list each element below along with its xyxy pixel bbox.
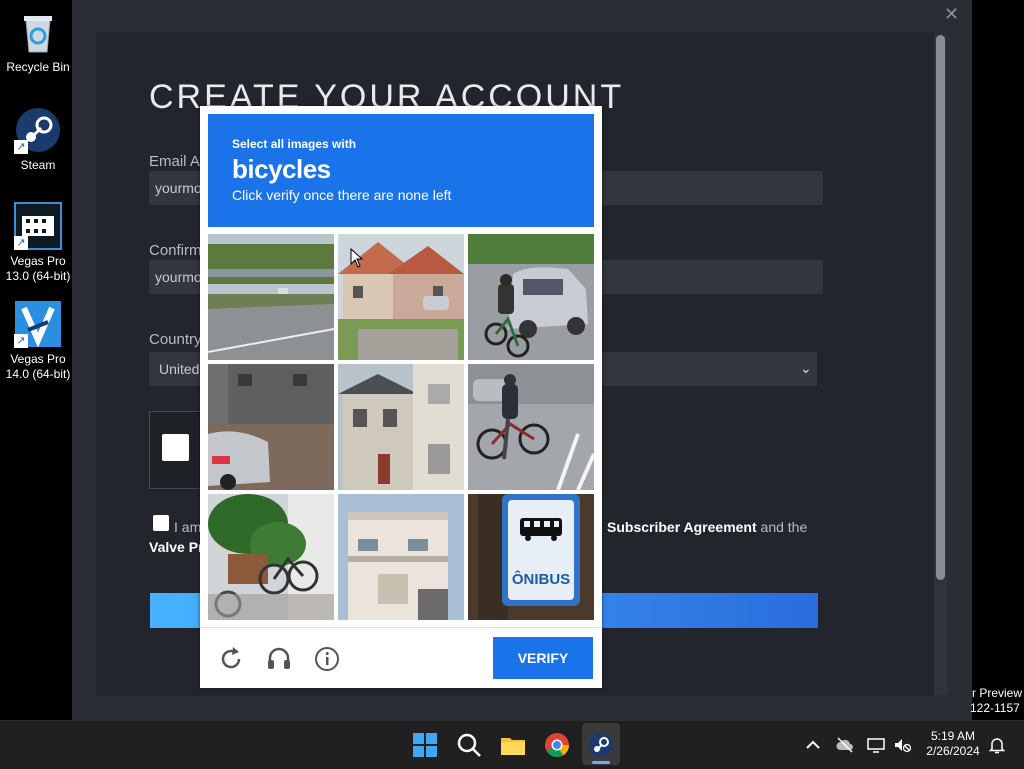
desktop-icon-label: Steam [20,158,56,172]
agree-checkbox[interactable] [153,515,169,531]
chevron-up-icon[interactable] [804,736,822,754]
agree-text-right: Subscriber Agreement and the [607,519,807,535]
image-tile-5[interactable] [338,364,464,490]
windows-start-icon[interactable] [411,731,439,759]
mouse-cursor-icon [350,248,364,268]
image-tile-7[interactable] [208,494,334,620]
chrome-icon[interactable] [543,731,571,759]
clock-date: 2/26/2024 [926,744,980,758]
clock-time: 5:19 AM [930,729,976,743]
close-icon[interactable]: ✕ [944,4,959,25]
challenge-instruction: Select all images with [232,137,357,151]
confirm-email-label: Confirm [149,242,202,259]
verify-button[interactable]: VERIFY [493,637,593,679]
scrollbar-thumb[interactable] [936,35,945,580]
image-tile-9[interactable]: ÔNIBUS [468,494,594,620]
volume-muted-icon[interactable] [893,736,912,754]
image-tile-4[interactable] [208,364,334,490]
country-label: Country [149,331,202,348]
watermark-text-1: r Preview [972,686,1023,700]
notification-bell-icon[interactable] [988,736,1006,754]
challenge-subtext: Click verify once there are none left [232,187,452,203]
desktop-icon-steam[interactable]: ↗ Steam [0,106,76,173]
image-tile-6[interactable] [468,364,594,490]
desktop-icon-label: Vegas Pro 13.0 (64-bit) [5,254,71,283]
shortcut-arrow-icon: ↗ [14,334,28,348]
reload-icon[interactable] [218,646,244,672]
bus-sign-text: ÔNIBUS [512,570,570,588]
agree-tail: and the [756,519,808,535]
vegas-pro-14-icon: ↗ [14,300,62,348]
network-icon[interactable] [867,736,885,754]
system-clock[interactable]: 5:19 AM 2/26/2024 [918,729,988,759]
vegas-pro-13-icon: ↗ [14,202,62,250]
recaptcha-challenge: Select all images with bicycles Click ve… [200,106,602,688]
active-indicator [592,761,610,764]
steam-taskbar-icon[interactable] [587,731,615,759]
desktop-icon-label: Recycle Bin [6,60,70,74]
image-grid: ÔNIBUS [208,234,594,620]
chevron-down-icon[interactable]: ⌄ [800,360,812,377]
desktop-icon-vegas-13[interactable]: ↗ Vegas Pro 13.0 (64-bit) [0,202,76,284]
recaptcha-checkbox[interactable] [162,434,189,461]
onedrive-offline-icon[interactable] [836,736,854,754]
shortcut-arrow-icon: ↗ [14,140,28,154]
search-icon[interactable] [455,731,483,759]
subscriber-agreement-link[interactable]: Subscriber Agreement [607,519,757,535]
steam-icon: ↗ [14,106,62,154]
desktop-icon-vegas-14[interactable]: ↗ Vegas Pro 14.0 (64-bit) [0,300,76,382]
shortcut-arrow-icon: ↗ [14,236,28,250]
image-tile-3[interactable] [468,234,594,360]
watermark-text-2: 122-1157 [970,701,1020,715]
image-tile-8[interactable] [338,494,464,620]
valve-privacy-link[interactable]: Valve Pr [149,539,204,555]
desktop-icon-label: Vegas Pro 14.0 (64-bit) [5,352,71,381]
recycle-bin-icon [14,8,62,56]
challenge-target: bicycles [232,154,331,184]
challenge-header: Select all images with bicycles Click ve… [208,114,594,227]
info-icon[interactable] [314,646,340,672]
agree-text: I am [174,519,202,535]
file-explorer-icon[interactable] [499,731,527,759]
image-tile-1[interactable] [208,234,334,360]
audio-challenge-icon[interactable] [266,646,292,672]
taskbar: 5:19 AM 2/26/2024 [0,720,1024,769]
desktop-icon-recycle-bin[interactable]: Recycle Bin [0,8,76,75]
